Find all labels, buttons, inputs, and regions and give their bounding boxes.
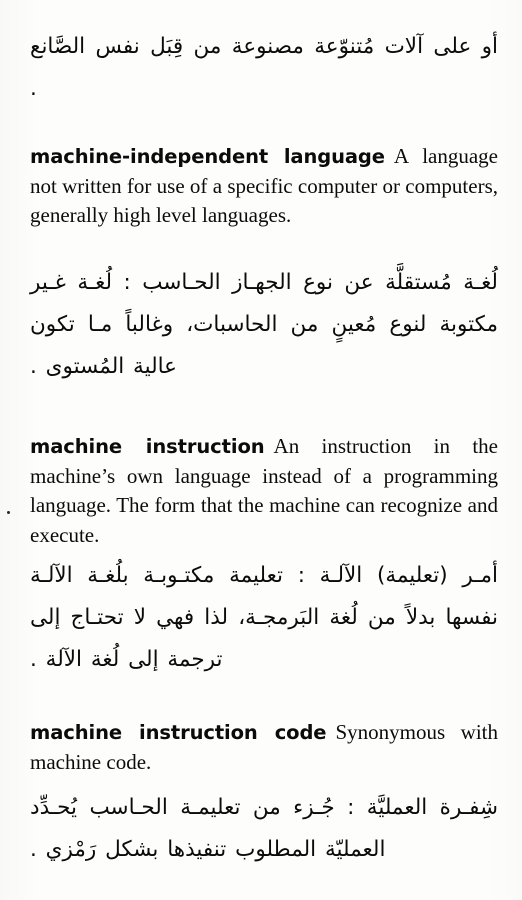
arabic-gloss-machine-independent-language: لُغـة مُستقلَّة عن نوع الجهـاز الحـاسب :… [30,270,498,379]
headword-machine-independent-language: machine-independent language [30,145,385,168]
dictionary-entry-machine-instruction: machine instruction An instruction in the… [30,432,498,550]
headword-machine-instruction: machine instruction [30,435,265,458]
dictionary-entry-machine-independent-language: machine-independent language A language n… [30,142,498,231]
dictionary-entry-machine-instruction-code: machine instruction code Synonymous with … [30,718,498,777]
arabic-continuation-paragraph: أو على آلات مُتنوّعة مصنوعة من قِبَل نفس… [30,34,498,101]
dictionary-page: أو على آلات مُتنوّعة مصنوعة من قِبَل نفس… [0,0,522,900]
scan-speck-artifact [7,511,10,514]
headword-machine-instruction-code: machine instruction code [30,721,327,744]
arabic-gloss-machine-instruction: أمـر (تعليمة) الآلـة : تعليمة مكتـوبـة ب… [30,563,498,672]
arabic-gloss-machine-instruction-code: شِفـرة العمليَّة : جُـزء من تعليمـة الحـ… [30,795,498,862]
